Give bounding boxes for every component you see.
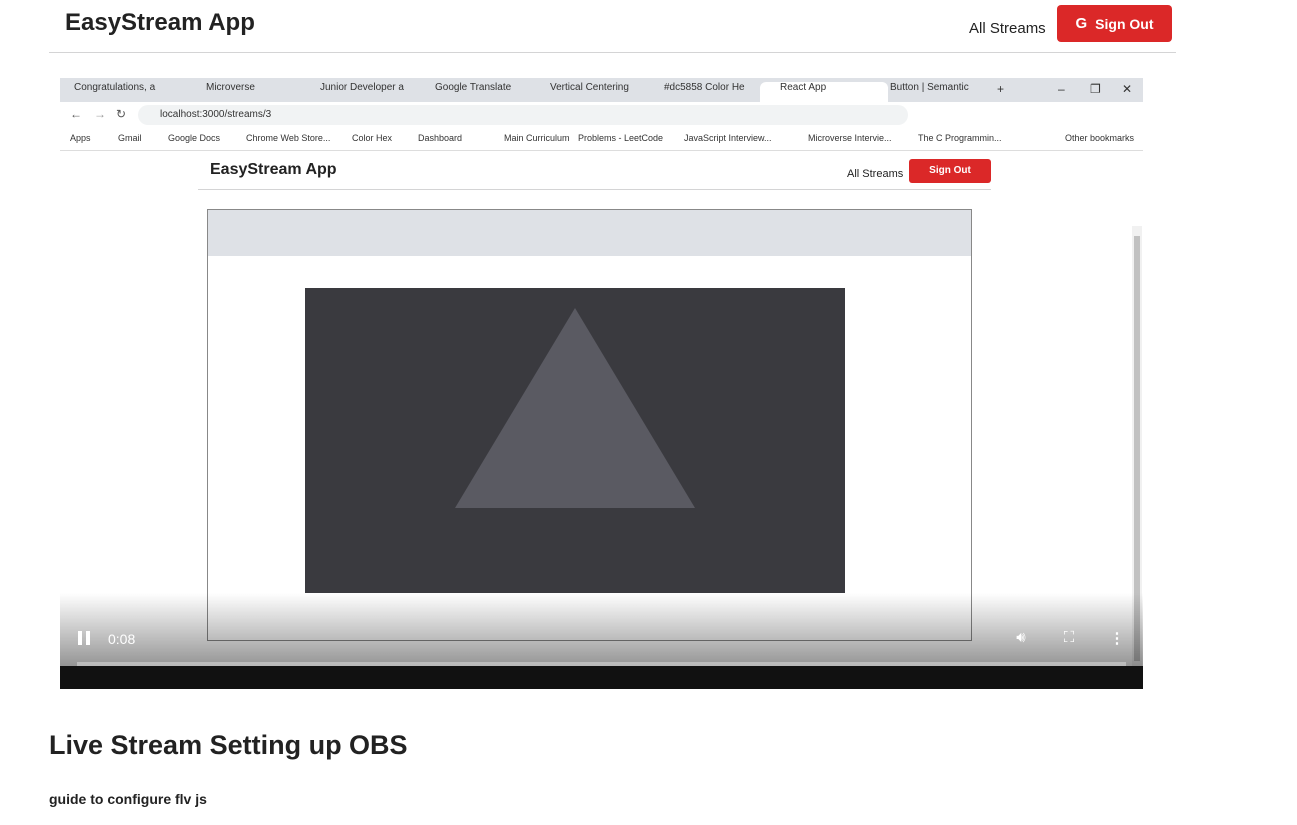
bookmark-item: Gmail bbox=[118, 133, 142, 143]
inner-divider bbox=[198, 189, 991, 190]
minimize-icon: – bbox=[1058, 82, 1065, 96]
nested-capture bbox=[207, 209, 972, 641]
inner-brand: EasyStream App bbox=[210, 161, 337, 178]
progress-bar[interactable] bbox=[77, 662, 1126, 666]
captured-tab: Microverse bbox=[206, 82, 255, 93]
stream-title: Live Stream Setting up OBS bbox=[49, 730, 408, 760]
restore-icon: ❐ bbox=[1090, 82, 1101, 96]
captured-tab: Junior Developer a bbox=[320, 82, 404, 93]
app-brand[interactable]: EasyStream App bbox=[65, 9, 255, 37]
nested-browser-bar bbox=[208, 210, 971, 256]
recursive-capture bbox=[455, 308, 695, 508]
captured-tab: #dc5858 Color He bbox=[664, 82, 745, 93]
stream-description: guide to configure flv js bbox=[49, 791, 207, 807]
captured-tab: Vertical Centering bbox=[550, 82, 629, 93]
bookmark-item: Chrome Web Store... bbox=[246, 133, 331, 143]
close-window-icon: ✕ bbox=[1122, 82, 1133, 96]
captured-tab-strip: Congratulations, a Microverse Junior Dev… bbox=[60, 78, 1143, 102]
google-icon: G bbox=[1075, 15, 1088, 32]
all-streams-link[interactable]: All Streams bbox=[969, 20, 1046, 37]
bookmark-item: Google Docs bbox=[168, 133, 221, 143]
volume-icon[interactable]: 🔊︎ bbox=[1012, 629, 1030, 647]
fullscreen-icon[interactable]: ⛶ bbox=[1060, 629, 1078, 647]
bookmark-item: Main Curriculum bbox=[504, 133, 570, 143]
new-tab-icon: + bbox=[997, 82, 1005, 96]
top-header: EasyStream App All Streams G Sign Out bbox=[49, 0, 1176, 53]
bookmark-item: JavaScript Interview... bbox=[684, 133, 772, 143]
bookmark-item: Dashboard bbox=[418, 133, 463, 143]
video-player[interactable]: Congratulations, a Microverse Junior Dev… bbox=[60, 78, 1143, 689]
captured-tab-active: React App bbox=[760, 82, 888, 102]
bookmark-item: Microverse Intervie... bbox=[808, 133, 892, 143]
nested-obs-window bbox=[305, 288, 845, 593]
captured-bookmarks-bar: Apps Gmail Google Docs Chrome Web Store.… bbox=[60, 128, 1143, 151]
reload-icon: ↻ bbox=[116, 107, 127, 121]
video-bottom-strip bbox=[60, 666, 1143, 689]
forward-arrow-icon: → bbox=[94, 107, 106, 121]
pause-icon[interactable] bbox=[78, 631, 92, 647]
captured-address-bar: ← → ↻ localhost:3000/streams/3 bbox=[60, 102, 1143, 128]
inner-all-streams: All Streams bbox=[847, 168, 904, 180]
sign-out-button[interactable]: G Sign Out bbox=[1057, 5, 1172, 42]
more-vert-icon[interactable]: ⋮ bbox=[1108, 629, 1126, 647]
captured-tab: Google Translate bbox=[435, 82, 512, 93]
inner-sign-out: Sign Out bbox=[909, 159, 991, 183]
captured-tab: Button | Semantic bbox=[890, 82, 969, 93]
bookmark-item: The C Programmin... bbox=[918, 133, 1002, 143]
bookmark-item: Apps bbox=[70, 133, 91, 143]
bookmark-item: Problems - LeetCode bbox=[578, 133, 664, 143]
sign-out-label: Sign Out bbox=[1095, 15, 1154, 32]
captured-tab: Congratulations, a bbox=[74, 82, 156, 93]
bookmark-item: Color Hex bbox=[352, 133, 393, 143]
back-arrow-icon: ← bbox=[70, 107, 82, 121]
bookmark-item: Other bookmarks bbox=[1065, 133, 1135, 143]
captured-url: localhost:3000/streams/3 bbox=[138, 105, 908, 125]
current-time: 0:08 bbox=[108, 631, 136, 647]
